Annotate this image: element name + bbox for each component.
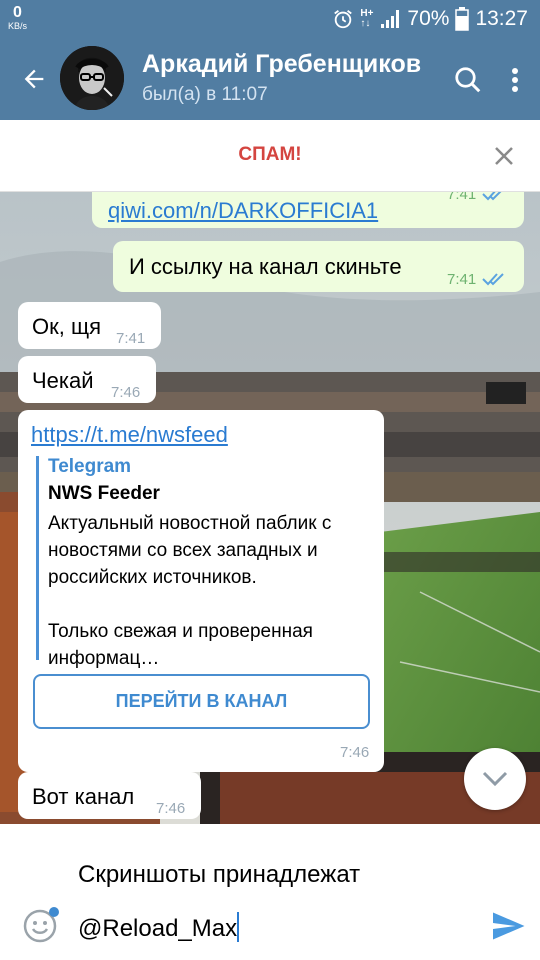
network-speed-value: 0: [13, 4, 22, 21]
message-time: 7:46: [156, 800, 186, 817]
message-time: 7:46: [340, 744, 370, 761]
contact-name[interactable]: Аркадий Гребенщиков: [142, 50, 421, 79]
message-link[interactable]: https://t.me/nwsfeed: [31, 422, 228, 448]
preview-site-name: Telegram: [48, 456, 132, 477]
message-bubble-incoming[interactable]: Чекай 7:46: [18, 356, 156, 403]
emoji-icon[interactable]: [22, 906, 60, 944]
last-seen: был(а) в 11:07: [142, 84, 268, 105]
message-text: Вот канал: [32, 784, 135, 809]
message-time: 7:41: [447, 271, 477, 288]
network-speed: 0 KB/s: [8, 5, 27, 31]
preview-title: NWS Feeder: [48, 483, 160, 504]
battery-icon: [455, 7, 470, 31]
message-time: 7:46: [111, 384, 141, 401]
open-channel-button[interactable]: ПЕРЕЙТИ В КАНАЛ: [33, 674, 370, 729]
message-input-text: Скриншоты принадлежат @Reload_Max: [78, 861, 361, 942]
message-input[interactable]: Скриншоты принадлежат @Reload_Max: [78, 848, 478, 956]
more-options-button[interactable]: [500, 60, 530, 100]
clock: 13:27: [475, 7, 528, 30]
double-check-icon: [482, 273, 504, 286]
message-bubble-incoming[interactable]: Вот канал 7:46: [18, 772, 201, 819]
message-bubble-outgoing[interactable]: И ссылку на канал скиньте 7:41: [113, 241, 524, 292]
report-spam-button[interactable]: СПАМ!: [0, 144, 540, 166]
network-speed-unit: KB/s: [8, 21, 28, 31]
message-link[interactable]: qiwi.com/n/DARKOFFICIA1: [108, 198, 378, 224]
more-vert-icon: [512, 68, 518, 92]
chat-header: Аркадий Гребенщиков был(а) в 11:07: [0, 38, 540, 120]
status-icons: H+ ↑↓ 70% 13:27: [332, 6, 528, 32]
search-button[interactable]: [448, 60, 488, 100]
alarm-icon: [332, 8, 354, 30]
battery-level: 70%: [407, 7, 450, 30]
message-bubble-outgoing[interactable]: qiwi.com/n/DARKOFFICIA1 7:41: [92, 192, 524, 228]
avatar[interactable]: [60, 46, 124, 110]
report-spam-bar: СПАМ!: [0, 120, 540, 192]
status-bar: 0 KB/s H+ ↑↓ 70% 13:27: [0, 0, 540, 38]
message-bubble-incoming[interactable]: Ок, щя 7:41: [18, 302, 161, 349]
preview-description: Актуальный новостной паблик с новостями …: [48, 513, 332, 669]
search-icon: [455, 67, 481, 93]
close-icon[interactable]: [492, 144, 516, 168]
chat-area[interactable]: qiwi.com/n/DARKOFFICIA1 7:41 И ссылку на…: [0, 192, 540, 824]
message-time: 7:41: [447, 192, 477, 203]
double-check-icon: [482, 192, 502, 201]
message-time: 7:41: [116, 330, 146, 347]
back-button[interactable]: [14, 59, 54, 99]
text-cursor: [237, 912, 240, 942]
preview-accent-bar: [36, 456, 39, 660]
message-composer: Скриншоты принадлежат @Reload_Max: [0, 824, 540, 960]
message-text: Ок, щя: [32, 314, 101, 339]
scroll-to-bottom-button[interactable]: [464, 748, 526, 810]
message-text: И ссылку на канал скиньте: [129, 254, 402, 279]
message-bubble-link-preview[interactable]: https://t.me/nwsfeed Telegram NWS Feeder…: [18, 410, 384, 772]
chevron-down-icon: [482, 771, 508, 787]
message-text: Чекай: [32, 368, 94, 393]
send-icon[interactable]: [490, 908, 526, 944]
back-arrow-icon: [24, 69, 44, 89]
network-type-icon: H+ ↑↓: [360, 8, 374, 29]
signal-icon: [379, 8, 401, 30]
